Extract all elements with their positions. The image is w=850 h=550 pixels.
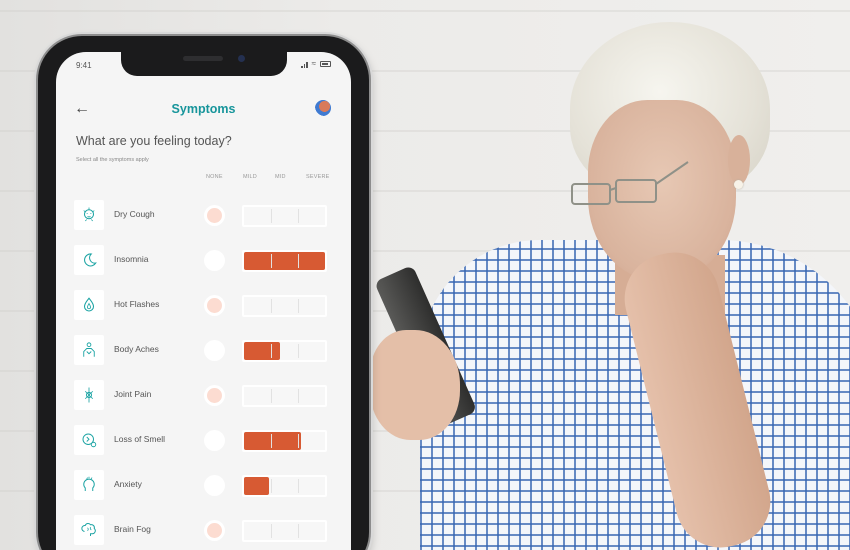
- app-header: ← Symptoms: [56, 96, 351, 122]
- symptom-row: Body Aches: [74, 333, 336, 378]
- none-radio[interactable]: [204, 250, 225, 271]
- symptom-icon-box: [74, 245, 104, 275]
- segment-divider: [270, 389, 272, 403]
- symptom-icon-box: [74, 290, 104, 320]
- left-hand: [370, 330, 460, 440]
- severity-bar[interactable]: [242, 385, 327, 407]
- symptom-label: Insomnia: [114, 254, 149, 264]
- symptom-icon-box: [74, 470, 104, 500]
- severity-bar[interactable]: [242, 520, 327, 542]
- symptom-row: Loss of Smell: [74, 423, 336, 468]
- symptom-icon-box: [74, 200, 104, 230]
- symptom-row: Anxiety: [74, 468, 336, 513]
- none-radio[interactable]: [204, 295, 225, 316]
- severity-fill: [244, 342, 281, 360]
- battery-icon: [320, 61, 331, 67]
- symptom-row: Dry Cough: [74, 198, 336, 243]
- page-title: Symptoms: [171, 102, 236, 116]
- hint-text: Select all the symptoms apply: [76, 157, 149, 163]
- brain-icon: [81, 523, 96, 536]
- none-radio[interactable]: [204, 520, 225, 541]
- ear: [728, 135, 750, 185]
- moon-icon: [84, 253, 97, 267]
- body-ache-icon: [83, 342, 95, 357]
- symptom-list: Dry Cough Insomnia Hot Flashes Body Aches Jo…: [74, 198, 336, 550]
- none-radio[interactable]: [204, 205, 225, 226]
- speaker: [183, 56, 223, 61]
- none-radio[interactable]: [204, 385, 225, 406]
- segment-divider: [297, 479, 299, 493]
- level-mid: MID: [275, 174, 286, 180]
- question-heading: What are you feeling today?: [76, 134, 232, 148]
- segment-divider: [297, 434, 299, 448]
- pearl-earring: [734, 180, 743, 189]
- severity-fill: [244, 252, 325, 270]
- severity-bar[interactable]: [242, 340, 327, 362]
- cough-face-icon: [83, 207, 95, 222]
- level-mild: MILD: [243, 174, 257, 180]
- symptom-label: Brain Fog: [114, 524, 151, 534]
- segment-divider: [270, 299, 272, 313]
- segment-divider: [270, 479, 272, 493]
- symptom-row: Joint Pain: [74, 378, 336, 423]
- severity-fill: [244, 477, 270, 495]
- photo-elderly-woman: [360, 0, 850, 550]
- severity-bar[interactable]: [242, 430, 327, 452]
- symptom-label: Hot Flashes: [114, 299, 160, 309]
- severity-bar[interactable]: [242, 250, 327, 272]
- segment-divider: [297, 254, 299, 268]
- wifi-icon: ≈: [311, 59, 316, 68]
- symptom-icon-box: [74, 515, 104, 545]
- severity-bar[interactable]: [242, 295, 327, 317]
- phone-notch: [121, 52, 287, 76]
- segment-divider: [270, 254, 272, 268]
- segment-divider: [297, 344, 299, 358]
- symptom-row: Brain Fog: [74, 513, 336, 550]
- symptom-label: Joint Pain: [114, 389, 152, 399]
- status-time: 9:41: [76, 61, 92, 70]
- status-icons: ≈: [301, 60, 331, 68]
- glasses-icon: [571, 161, 689, 205]
- severity-level-headers: NONE MILD MID SEVERE: [56, 174, 351, 186]
- phone-screen: 9:41 ≈ ← Symptoms What are you feeling t…: [56, 52, 351, 550]
- segment-divider: [297, 209, 299, 223]
- level-severe: SEVERE: [306, 174, 330, 180]
- phone-mockup: 9:41 ≈ ← Symptoms What are you feeling t…: [38, 36, 369, 550]
- symptom-label: Body Aches: [114, 344, 159, 354]
- none-radio[interactable]: [204, 340, 225, 361]
- segment-divider: [297, 524, 299, 538]
- avatar[interactable]: [315, 100, 331, 116]
- symptom-label: Dry Cough: [114, 209, 155, 219]
- symptom-icon-box: [74, 380, 104, 410]
- anxious-head-icon: [83, 476, 95, 491]
- nose-icon: [82, 433, 97, 448]
- signal-icon: [301, 61, 308, 68]
- segment-divider: [270, 434, 272, 448]
- segment-divider: [270, 524, 272, 538]
- none-radio[interactable]: [204, 430, 225, 451]
- segment-divider: [297, 389, 299, 403]
- severity-bar[interactable]: [242, 475, 327, 497]
- severity-fill: [244, 432, 301, 450]
- segment-divider: [297, 299, 299, 313]
- front-camera: [238, 55, 245, 62]
- symptom-icon-box: [74, 335, 104, 365]
- symptom-label: Loss of Smell: [114, 434, 166, 444]
- segment-divider: [270, 344, 272, 358]
- none-radio[interactable]: [204, 475, 225, 496]
- segment-divider: [270, 209, 272, 223]
- joint-icon: [84, 387, 94, 403]
- flame-drop-icon: [83, 297, 95, 312]
- level-none: NONE: [206, 174, 223, 180]
- symptom-icon-box: [74, 425, 104, 455]
- severity-bar[interactable]: [242, 205, 327, 227]
- symptom-row: Insomnia: [74, 243, 336, 288]
- symptom-label: Anxiety: [114, 479, 142, 489]
- symptom-row: Hot Flashes: [74, 288, 336, 333]
